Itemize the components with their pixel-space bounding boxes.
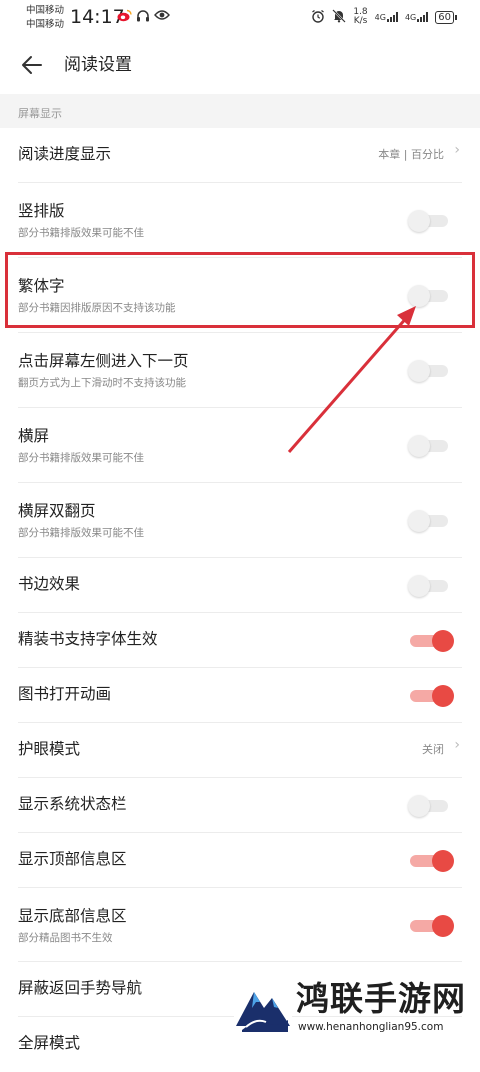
section-title: 屏幕显示 xyxy=(18,107,62,120)
setting-subtitle: 部分书籍排版效果可能不佳 xyxy=(18,527,144,539)
setting-title: 阅读进度显示 xyxy=(18,145,112,163)
signal-bars-icon xyxy=(386,12,398,22)
net-speed: 1.8 K/s xyxy=(353,8,367,26)
setting-subtitle: 部分精品图书不生效 xyxy=(18,932,113,944)
chevron-right-icon: › xyxy=(454,737,460,753)
carrier-labels: 中国移动 中国移动 xyxy=(26,4,64,32)
toggle-switch[interactable] xyxy=(408,795,448,817)
setting-subtitle: 翻页方式为上下滑动时不支持该功能 xyxy=(18,377,186,389)
mute-icon xyxy=(332,8,347,26)
toggle-knob xyxy=(432,630,454,652)
watermark: 鸿联手游网 www.henanhonglian95.com xyxy=(234,978,476,1036)
setting-value: 关闭 xyxy=(422,743,444,756)
carrier-1: 中国移动 xyxy=(26,5,65,16)
setting-subtitle: 部分书籍排版效果可能不佳 xyxy=(18,227,144,239)
signal-bars-icon xyxy=(417,12,429,22)
status-bar: 中国移动 中国移动 14:17 1.8 K/s 4G 4G 60 xyxy=(0,0,480,36)
section-header: 屏幕显示 xyxy=(0,94,480,128)
setting-title: 横屏双翻页 xyxy=(18,502,96,520)
toggle-switch[interactable] xyxy=(408,510,448,532)
signal-1-label: 4G xyxy=(374,13,386,22)
toggle-knob xyxy=(432,685,454,707)
toggle-switch[interactable] xyxy=(410,850,454,872)
setting-top-info-area[interactable]: 显示顶部信息区 xyxy=(0,833,480,888)
setting-hardcover-font[interactable]: 精装书支持字体生效 xyxy=(0,613,480,668)
toggle-knob xyxy=(432,850,454,872)
toggle-switch[interactable] xyxy=(410,685,454,707)
headphones-icon xyxy=(136,9,150,27)
notification-icons xyxy=(117,9,170,27)
battery-icon: 60 xyxy=(435,10,457,24)
toggle-knob xyxy=(408,575,430,597)
net-speed-unit: K/s xyxy=(353,16,368,26)
setting-system-status-bar[interactable]: 显示系统状态栏 xyxy=(0,778,480,833)
setting-title: 显示系统状态栏 xyxy=(18,795,127,813)
setting-title: 显示顶部信息区 xyxy=(18,850,127,868)
toggle-switch[interactable] xyxy=(408,210,448,232)
status-right: 1.8 K/s 4G 4G 60 xyxy=(311,8,457,26)
setting-bottom-info-area[interactable]: 显示底部信息区 部分精品图书不生效 xyxy=(0,888,480,962)
watermark-name: 鸿联手游网 xyxy=(296,979,466,1018)
setting-book-edge-effect[interactable]: 书边效果 xyxy=(0,558,480,613)
toggle-switch[interactable] xyxy=(410,915,454,937)
page-title: 阅读设置 xyxy=(64,55,132,75)
setting-title: 护眼模式 xyxy=(18,740,81,758)
weibo-icon xyxy=(117,9,132,27)
app-header: 阅读设置 xyxy=(0,36,480,94)
setting-title: 图书打开动画 xyxy=(18,685,112,703)
toggle-knob xyxy=(408,210,430,232)
setting-value: 本章 | 百分比 xyxy=(378,148,444,161)
setting-subtitle: 部分书籍排版效果可能不佳 xyxy=(18,452,144,464)
back-arrow-icon[interactable] xyxy=(20,54,44,76)
setting-open-animation[interactable]: 图书打开动画 xyxy=(0,668,480,723)
watermark-url: www.henanhonglian95.com xyxy=(298,1021,444,1033)
setting-title: 精装书支持字体生效 xyxy=(18,630,158,648)
setting-title: 屏蔽返回手势导航 xyxy=(18,979,143,997)
setting-landscape-double-page[interactable]: 横屏双翻页 部分书籍排版效果可能不佳 xyxy=(0,483,480,558)
setting-landscape[interactable]: 横屏 部分书籍排版效果可能不佳 xyxy=(0,408,480,483)
setting-title: 竖排版 xyxy=(18,202,65,220)
setting-title: 点击屏幕左侧进入下一页 xyxy=(18,352,189,370)
setting-title: 书边效果 xyxy=(18,575,81,593)
toggle-knob xyxy=(408,795,430,817)
watermark-logo-icon xyxy=(234,980,292,1034)
toggle-knob xyxy=(408,435,430,457)
toggle-switch[interactable] xyxy=(408,435,448,457)
toggle-switch[interactable] xyxy=(408,575,448,597)
carrier-2: 中国移动 xyxy=(26,19,65,30)
setting-reading-progress[interactable]: 阅读进度显示 本章 | 百分比 › xyxy=(0,128,480,183)
signal-1: 4G xyxy=(375,12,398,22)
chevron-right-icon: › xyxy=(454,142,460,158)
toggle-knob xyxy=(432,915,454,937)
highlight-box xyxy=(5,252,475,328)
setting-title: 横屏 xyxy=(18,427,50,445)
setting-tap-left-next-page[interactable]: 点击屏幕左侧进入下一页 翻页方式为上下滑动时不支持该功能 xyxy=(0,333,480,408)
signal-2-label: 4G xyxy=(404,13,417,22)
setting-eye-protection[interactable]: 护眼模式 关闭 › xyxy=(0,723,480,778)
setting-title: 全屏模式 xyxy=(18,1034,81,1052)
toggle-knob xyxy=(408,510,430,532)
signal-2: 4G xyxy=(404,12,429,22)
setting-title: 显示底部信息区 xyxy=(18,907,127,925)
toggle-switch[interactable] xyxy=(408,360,448,382)
eye-icon xyxy=(154,9,170,27)
setting-vertical-layout[interactable]: 竖排版 部分书籍排版效果可能不佳 xyxy=(0,183,480,258)
toggle-knob xyxy=(408,360,430,382)
toggle-switch[interactable] xyxy=(410,630,454,652)
alarm-icon xyxy=(311,9,325,26)
